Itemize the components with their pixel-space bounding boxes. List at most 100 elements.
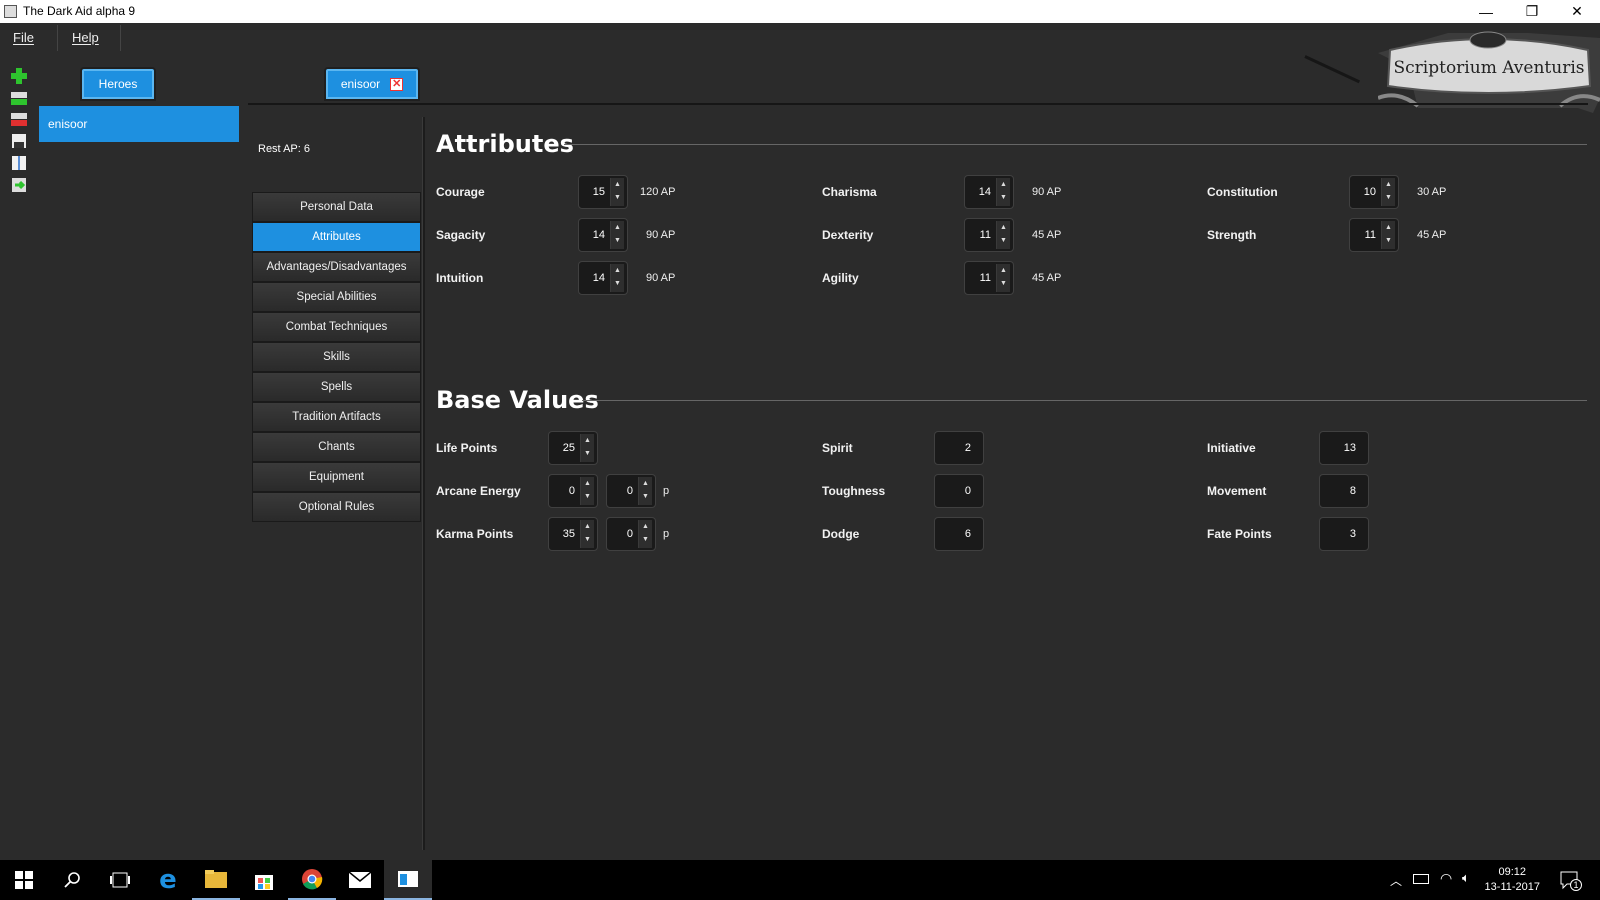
hero-list-item[interactable]: enisoor — [39, 106, 239, 142]
clock[interactable]: 09:12 13-11-2017 — [1485, 865, 1540, 895]
minimize-button[interactable]: — — [1463, 0, 1509, 23]
constitution-spinner[interactable]: 10 ▲ ▼ — [1349, 175, 1399, 209]
rest-ap-label: Rest AP: 6 — [258, 143, 310, 155]
base-values-divider — [582, 400, 1587, 401]
dark-aid-app-icon[interactable] — [384, 860, 432, 900]
tab-edge — [1304, 55, 1361, 84]
notification-count: 1 — [1570, 879, 1582, 891]
chrome-icon[interactable] — [288, 860, 336, 900]
delete-hero-icon[interactable] — [11, 111, 27, 127]
charisma-spinner[interactable]: 14 ▲ ▼ — [964, 175, 1014, 209]
add-hero-icon[interactable] — [11, 68, 27, 84]
sagacity-ap: 90 AP — [646, 229, 676, 241]
nav-advantages[interactable]: Advantages/Disadvantages — [252, 252, 421, 282]
duplicate-hero-icon[interactable] — [11, 90, 27, 106]
nav-optional-rules[interactable]: Optional Rules — [252, 492, 421, 522]
save-icon[interactable] — [11, 133, 27, 149]
nav-attributes[interactable]: Attributes — [252, 222, 421, 252]
fate-points-label: Fate Points — [1207, 527, 1272, 541]
dodge-value: 6 — [934, 517, 984, 551]
battery-icon[interactable] — [1413, 874, 1429, 884]
constitution-ap: 30 AP — [1417, 186, 1447, 198]
tab-hero-enisoor[interactable]: enisoor ✕ — [324, 67, 420, 101]
close-tab-icon[interactable]: ✕ — [390, 77, 404, 91]
close-button[interactable]: ✕ — [1554, 0, 1600, 23]
task-view-icon[interactable] — [96, 860, 144, 900]
app-icon — [4, 5, 17, 18]
toughness-label: Toughness — [822, 484, 886, 498]
nav-personal-data[interactable]: Personal Data — [252, 192, 421, 222]
karma-points-bought-spinner[interactable]: 0 ▲ ▼ — [606, 517, 656, 551]
clock-time: 09:12 — [1498, 866, 1527, 878]
restore-button[interactable]: ❐ — [1509, 0, 1555, 23]
spinner-arrows-icon[interactable]: ▲ ▼ — [996, 221, 1010, 249]
logo-text: Scriptorium Aventuris — [1394, 58, 1585, 78]
menu-help[interactable]: Help — [59, 23, 112, 53]
start-icon[interactable] — [0, 860, 48, 900]
charisma-ap: 90 AP — [1032, 186, 1062, 198]
arcane-energy-label: Arcane Energy — [436, 484, 521, 498]
life-points-label: Life Points — [436, 441, 498, 455]
edge-browser-icon[interactable]: e — [144, 860, 192, 900]
arcane-energy-spinner[interactable]: 0 ▲ ▼ — [548, 474, 598, 508]
spinner-arrows-icon[interactable]: ▲ ▼ — [610, 264, 624, 292]
spinner-arrows-icon[interactable]: ▲ ▼ — [610, 221, 624, 249]
attributes-title: Attributes — [436, 130, 574, 158]
mail-icon[interactable] — [336, 860, 384, 900]
file-explorer-icon[interactable] — [192, 860, 240, 900]
show-hidden-icons-icon[interactable]: ︿ — [1390, 872, 1402, 889]
fate-points-value: 3 — [1319, 517, 1369, 551]
life-points-spinner[interactable]: 25 ▲ ▼ — [548, 431, 598, 465]
spirit-value: 2 — [934, 431, 984, 465]
spinner-arrows-icon[interactable]: ▲ ▼ — [1381, 178, 1395, 206]
store-icon[interactable] — [240, 860, 288, 900]
spirit-label: Spirit — [822, 441, 853, 455]
movement-value: 8 — [1319, 474, 1369, 508]
courage-spinner[interactable]: 15 ▲ ▼ — [578, 175, 628, 209]
dexterity-spinner[interactable]: 11 ▲ ▼ — [964, 218, 1014, 252]
sagacity-spinner[interactable]: 14 ▲ ▼ — [578, 218, 628, 252]
tab-heroes[interactable]: Heroes — [80, 67, 156, 101]
search-icon[interactable] — [48, 860, 96, 900]
menu-separator — [120, 25, 121, 51]
karma-points-spinner[interactable]: 35 ▲ ▼ — [548, 517, 598, 551]
tab-underline — [248, 103, 1588, 105]
clock-date: 13-11-2017 — [1484, 881, 1540, 893]
initiative-value: 13 — [1319, 431, 1369, 465]
spinner-arrows-icon[interactable]: ▲ ▼ — [580, 434, 594, 462]
courage-label: Courage — [436, 185, 485, 199]
wifi-icon[interactable]: ◠ — [1440, 870, 1452, 887]
spinner-arrows-icon[interactable]: ▲ ▼ — [610, 178, 624, 206]
agility-label: Agility — [822, 271, 859, 285]
spinner-arrows-icon[interactable]: ▲ ▼ — [638, 477, 652, 505]
nav-equipment[interactable]: Equipment — [252, 462, 421, 492]
volume-muted-icon[interactable]: 🔈︎ — [1462, 870, 1470, 886]
spinner-arrows-icon[interactable]: ▲ ▼ — [580, 520, 594, 548]
nav-chants[interactable]: Chants — [252, 432, 421, 462]
title-bar: The Dark Aid alpha 9 — ❐ ✕ — [0, 0, 1600, 23]
nav-skills[interactable]: Skills — [252, 342, 421, 372]
arcane-energy-bought-spinner[interactable]: 0 ▲ ▼ — [606, 474, 656, 508]
nav-tradition-artifacts[interactable]: Tradition Artifacts — [252, 402, 421, 432]
notifications-icon[interactable]: 1 — [1559, 870, 1582, 891]
nav-combat-techniques[interactable]: Combat Techniques — [252, 312, 421, 342]
menu-file[interactable]: File — [0, 23, 47, 53]
strength-ap: 45 AP — [1417, 229, 1447, 241]
agility-spinner[interactable]: 11 ▲ ▼ — [964, 261, 1014, 295]
nav-spells[interactable]: Spells — [252, 372, 421, 402]
nav-special-abilities[interactable]: Special Abilities — [252, 282, 421, 312]
spinner-arrows-icon[interactable]: ▲ ▼ — [1381, 221, 1395, 249]
spinner-arrows-icon[interactable]: ▲ ▼ — [638, 520, 652, 548]
intuition-ap: 90 AP — [646, 272, 676, 284]
tab-hero-label: enisoor — [340, 77, 381, 91]
spinner-arrows-icon[interactable]: ▲ ▼ — [580, 477, 594, 505]
spinner-arrows-icon[interactable]: ▲ ▼ — [996, 264, 1010, 292]
import-icon[interactable] — [11, 177, 27, 193]
arcane-energy-unit: p — [663, 485, 670, 497]
book-icon[interactable] — [11, 155, 27, 171]
menu-separator — [57, 25, 58, 51]
spinner-arrows-icon[interactable]: ▲ ▼ — [996, 178, 1010, 206]
strength-spinner[interactable]: 11 ▲ ▼ — [1349, 218, 1399, 252]
intuition-spinner[interactable]: 14 ▲ ▼ — [578, 261, 628, 295]
courage-ap: 120 AP — [640, 186, 676, 198]
